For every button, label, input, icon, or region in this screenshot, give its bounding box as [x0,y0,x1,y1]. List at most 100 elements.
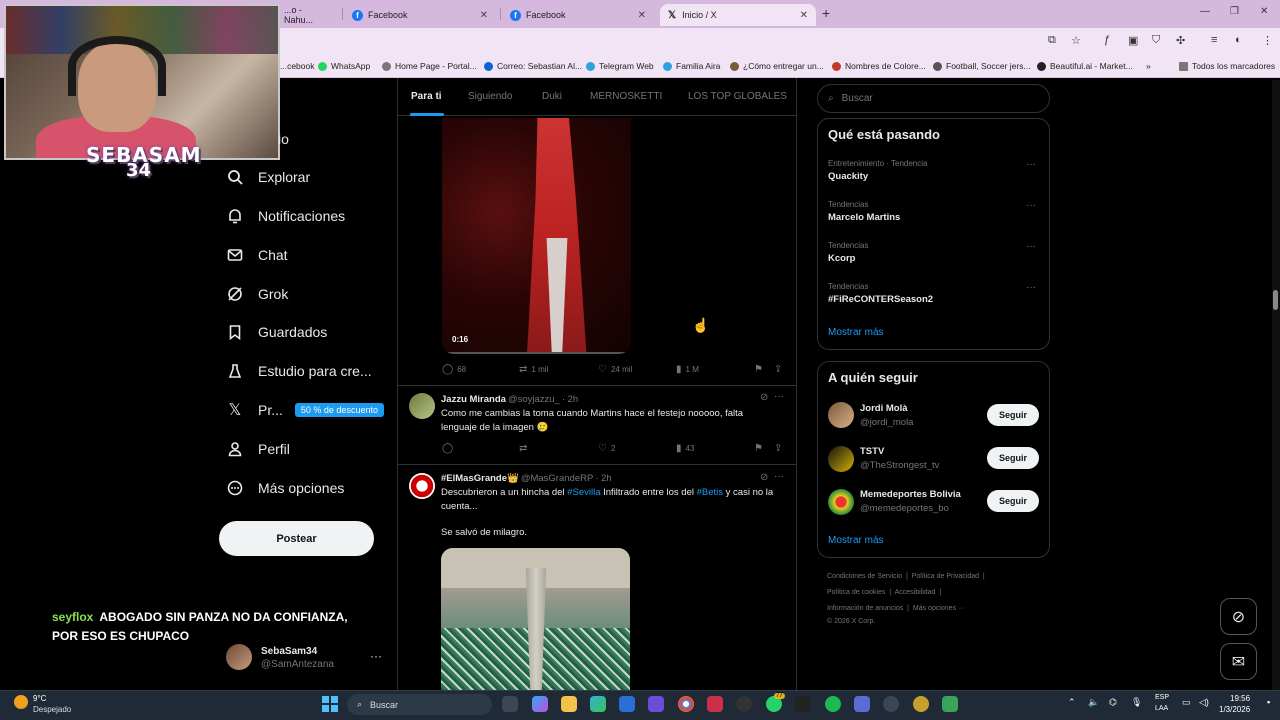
bookmark-football[interactable]: Football, Soccer jers... [933,61,1031,71]
tab-duki[interactable]: Duki [542,91,562,102]
nav-profile[interactable]: Perfil [226,434,290,464]
speaker-icon[interactable]: 🔈 [1088,697,1099,708]
tab-siguiendo[interactable]: Siguiendo [468,91,512,102]
reply-button[interactable]: ◯ 68 [442,364,466,375]
footer-link[interactable]: Política de cookies [827,589,885,596]
views-button[interactable]: ▮ 43 [676,443,694,454]
weather-temp[interactable]: 9°C [33,694,46,703]
bookmark-beautiful-ai[interactable]: Beautiful.ai - Market... [1037,61,1133,71]
post-author[interactable]: #ElMasGrande👑 @MasGrandeRP · 2h [441,473,612,484]
microphone-icon[interactable]: 🎙 [1131,697,1142,708]
keyboard-layout-indicator[interactable]: LAA [1155,705,1168,712]
avatar[interactable] [828,489,854,515]
post-image[interactable] [441,548,630,690]
video-progress-bar[interactable] [442,352,631,354]
edge-icon[interactable] [590,696,606,712]
app-icon[interactable] [942,696,958,712]
chrome-icon[interactable] [678,696,694,712]
page-scrollbar[interactable] [1272,80,1280,690]
trend-name[interactable]: Quackity [828,171,868,182]
follow-button[interactable]: Seguir [987,490,1039,512]
nav-bookmarks[interactable]: Guardados [226,317,327,347]
tab-los-top-globales[interactable]: LOS TOP GLOBALES [688,91,787,102]
file-explorer-icon[interactable] [561,696,577,712]
network-icon[interactable]: ⌬ [1109,697,1117,708]
nav-notifications[interactable]: Notificaciones [226,201,345,231]
repost-button[interactable]: ⇄ 1 mil [519,364,548,375]
views-button[interactable]: ▮ 1 M [676,364,699,375]
avatar[interactable] [828,446,854,472]
epic-games-icon[interactable] [795,696,811,712]
speedometer-icon[interactable] [883,696,899,712]
more-dots-icon[interactable]: ··· [1026,159,1036,170]
taskbar-date[interactable]: 1/3/2026 [1219,705,1250,714]
taskbar-search[interactable]: ⌕ Buscar [347,694,492,715]
follow-button[interactable]: Seguir [987,404,1039,426]
trends-show-more-link[interactable]: Mostrar más [828,327,884,338]
app-icon[interactable] [854,696,870,712]
bookmark-facebook[interactable]: ...cebook [280,61,315,71]
more-dots-icon[interactable]: ··· [370,649,382,663]
restore-icon[interactable]: ❐ [1230,6,1239,17]
follow-name[interactable]: Jordi Molà [860,403,908,414]
trend-name[interactable]: #FiReCONTERSeason2 [828,294,933,305]
tab-para-ti[interactable]: Para ti [411,91,442,102]
hashtag-link[interactable]: #Sevilla [567,487,600,498]
minimize-icon[interactable]: — [1200,6,1210,17]
browser-tab-facebook-2[interactable]: f Facebook ✕ [502,4,654,26]
extension-icon[interactable]: ▣ [1128,34,1138,47]
weather-desc[interactable]: Despejado [33,705,71,714]
repost-button[interactable]: ⇄ [519,443,531,454]
reply-button[interactable]: ◯ [442,443,457,454]
font-extension-icon[interactable]: ƒ [1104,34,1110,46]
share-button[interactable]: ⇪ [774,364,786,375]
more-dots-icon[interactable]: ··· [1026,282,1036,293]
footer-link[interactable]: Condiciones de Servicio [827,573,902,580]
post-video[interactable]: 0:16 [442,118,631,354]
tab-mernosketti[interactable]: MERNOSKETTI [590,91,662,102]
grok-icon[interactable]: ⊘ [760,472,768,483]
bookmark-portal[interactable]: Home Page - Portal... [382,61,477,71]
more-dots-icon[interactable]: ··· [1026,200,1036,211]
browser-tab-facebook-1[interactable]: f Facebook ✕ [344,4,496,26]
footer-link[interactable]: Información de anuncios [827,605,903,612]
volume-icon[interactable]: ◁) [1199,697,1209,708]
search-input[interactable]: ⌕ Buscar [817,84,1050,113]
nav-home-partial[interactable]: io [278,124,289,154]
nav-explore[interactable]: Explorar [226,162,310,192]
taskbar-time[interactable]: 19:56 [1230,694,1250,703]
close-icon[interactable]: ✕ [800,10,808,21]
browser-tab-1[interactable]: ...o - Nahu... [276,4,338,26]
window-close-icon[interactable]: ✕ [1260,6,1268,17]
avatar[interactable] [409,473,435,499]
nav-creator-studio[interactable]: Estudio para cre... [226,356,372,386]
nav-premium[interactable]: 𝕏 Pr... 50 % de descuento [226,395,384,425]
copilot-icon[interactable] [532,696,548,712]
post-author[interactable]: Jazzu Miranda @soyjazzu_ · 2h [441,394,578,405]
footer-link[interactable]: Política de Privacidad [912,573,979,580]
weather-sun-icon[interactable] [14,695,28,709]
footer-link[interactable]: Más opciones ··· [913,605,965,612]
share-button[interactable]: ⇪ [774,443,786,454]
bookmark-telegram[interactable]: Telegram Web [586,61,654,71]
notification-bell-icon[interactable]: ▪ [1267,697,1270,707]
bookmark-correo[interactable]: Correo: Sebastian Al... [484,61,582,71]
bookmark-post-button[interactable]: ⚑ [754,443,767,454]
messages-fab-button[interactable]: ✉ [1220,643,1257,680]
bookmark-nombres-colores[interactable]: Nombres de Colore... [832,61,926,71]
follow-name[interactable]: TSTV [860,446,884,457]
like-button[interactable]: ♡ 2 [598,443,615,454]
nav-more-options[interactable]: Más opciones [226,473,344,503]
close-icon[interactable]: ✕ [480,10,488,21]
bookmark-post-button[interactable]: ⚑ [754,364,767,375]
task-view-icon[interactable] [502,696,518,712]
bookmarks-overflow-icon[interactable]: » [1146,61,1151,71]
new-tab-plus-icon[interactable]: + [822,5,830,21]
tray-chevron-icon[interactable]: ⌃ [1068,697,1076,708]
bookmark-all[interactable]: Todos los marcadores [1179,61,1275,71]
bookmark-como-entregar[interactable]: ¿Cómo entregar un... [730,61,824,71]
reading-list-icon[interactable]: ≡ [1211,34,1217,46]
grok-icon[interactable]: ⊘ [760,392,768,403]
windows-start-icon[interactable] [322,696,338,712]
nav-chat[interactable]: Chat [226,240,288,270]
